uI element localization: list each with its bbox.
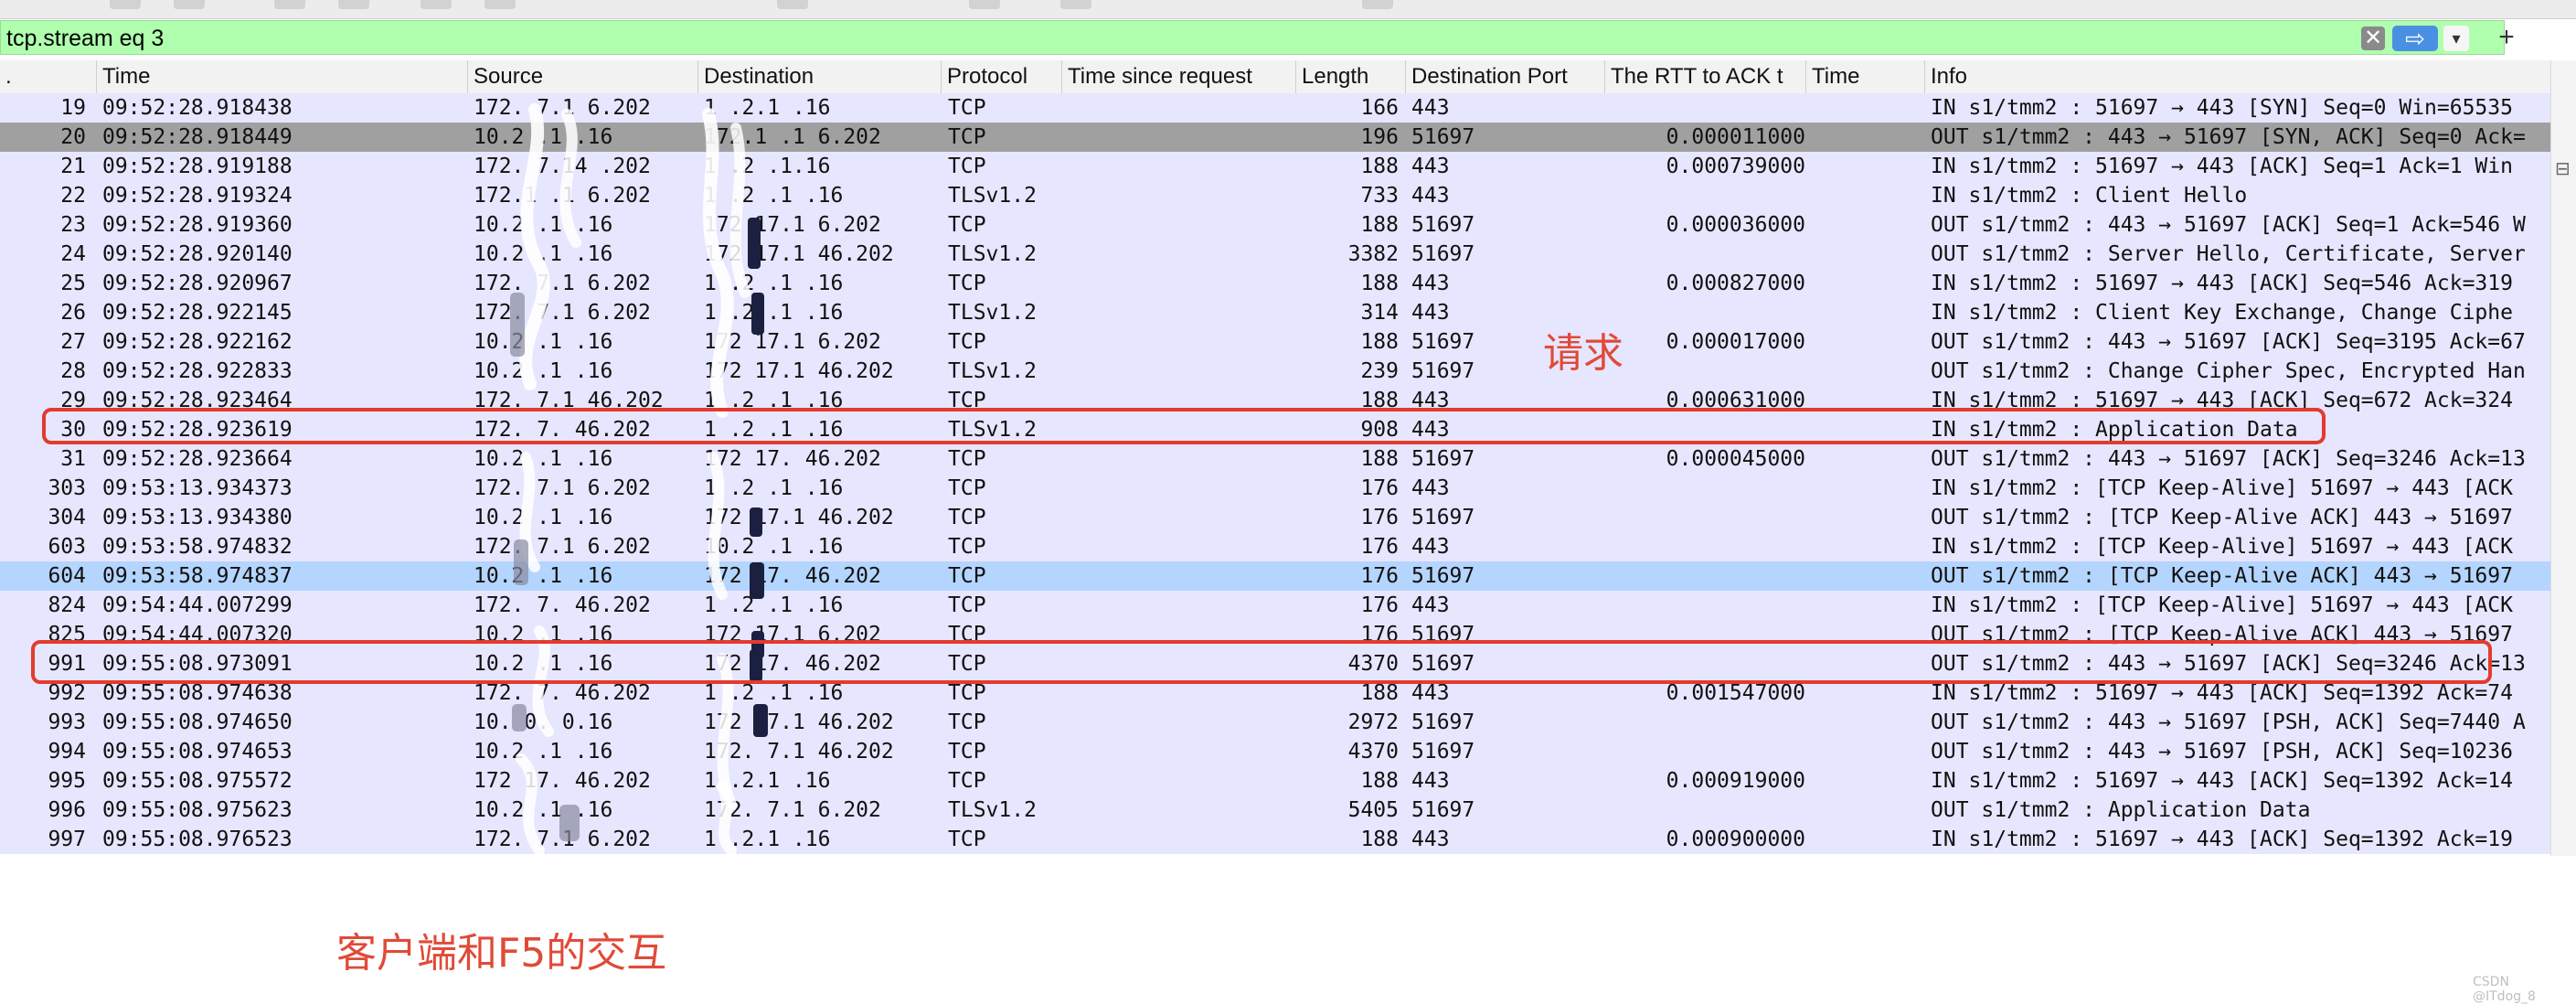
annotation-box-response xyxy=(31,640,2492,684)
watermark: CSDN @ITdog_8 xyxy=(2473,975,2536,1004)
redaction-scribbles xyxy=(510,103,768,856)
annotation-label-client-f5: 客户端和F5的交互 xyxy=(336,930,667,977)
annotation-box-request xyxy=(42,408,2326,444)
annotation-label-request: 请求 xyxy=(1543,330,1623,377)
